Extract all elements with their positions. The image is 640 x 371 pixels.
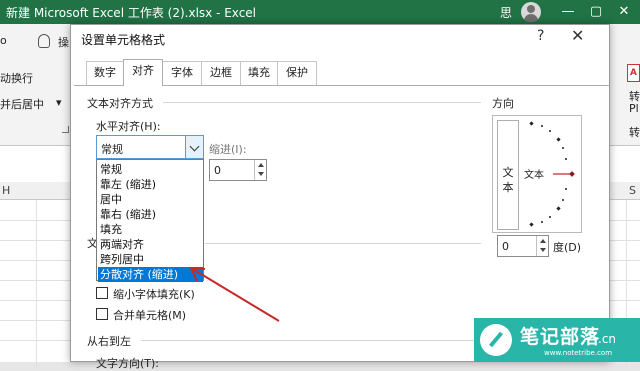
horizontal-alignment-label: 水平对齐(H):	[96, 120, 161, 133]
right-to-left-heading: 从右到左	[87, 335, 131, 348]
title-bar: 新建 Microsoft Excel 工作表 (2).xlsx - Excel …	[0, 0, 640, 24]
dropdown-option-left-indent[interactable]: 靠左 (缩进)	[98, 177, 203, 192]
wrap-text-button[interactable]: 动换行	[0, 70, 33, 86]
horizontal-alignment-value: 常规	[101, 143, 123, 156]
dropdown-option-right-indent[interactable]: 靠右 (缩进)	[98, 207, 203, 222]
dropdown-option-justify[interactable]: 两端对齐	[98, 237, 203, 252]
restore-button[interactable]: ▢	[584, 2, 608, 22]
section-divider	[205, 243, 481, 244]
lightbulb-icon[interactable]	[38, 34, 50, 48]
dial-dot	[541, 125, 543, 127]
dial-marker	[529, 222, 534, 227]
orientation-text-label: 文本	[524, 168, 544, 181]
ribbon-right-clip-bottom[interactable]: 转	[629, 124, 640, 140]
tab-border[interactable]: 边框	[201, 61, 241, 85]
dialog-close-button[interactable]: ✕	[571, 26, 584, 45]
grid-line	[36, 200, 37, 370]
degrees-spinner[interactable]: 0	[497, 235, 549, 257]
dial-marker	[556, 206, 561, 211]
vertical-text-label: 文本	[502, 166, 514, 194]
indent-value: 0	[214, 164, 221, 177]
ribbon-right-clip-mid[interactable]: Pl	[629, 102, 639, 115]
column-header-s[interactable]: S	[629, 184, 636, 197]
tab-fill[interactable]: 填充	[240, 61, 278, 85]
tab-number[interactable]: 数字	[86, 61, 124, 85]
window-title: 新建 Microsoft Excel 工作表 (2).xlsx - Excel	[6, 6, 257, 20]
dropdown-option-fill[interactable]: 填充	[98, 222, 203, 237]
minimize-button[interactable]: —	[556, 2, 580, 22]
watermark-badge: 笔记部落 .cn www.notetribe.com	[474, 318, 640, 362]
pdf-icon[interactable]: A	[627, 64, 640, 82]
tab-font[interactable]: 字体	[162, 61, 202, 85]
orientation-heading: 方向	[492, 97, 514, 110]
dial-dot	[549, 216, 551, 218]
spinner-arrows-icon[interactable]	[536, 236, 548, 256]
user-avatar[interactable]	[521, 2, 541, 22]
window-close-button[interactable]: ✕	[612, 2, 636, 22]
indent-label: 缩进(I):	[209, 143, 247, 156]
text-direction-label-clip: 文字方向(T):	[96, 357, 160, 370]
merge-cells-checkbox[interactable]	[96, 308, 108, 320]
horizontal-alignment-combobox[interactable]: 常规	[96, 135, 204, 159]
tell-me-clip[interactable]: 操	[58, 34, 69, 50]
dialog-launcher-icon[interactable]	[62, 126, 69, 133]
vertical-text-button[interactable]: 文本	[497, 120, 519, 230]
ribbon-tab-clip[interactable]: o	[0, 34, 7, 47]
column-header-h[interactable]: H	[2, 184, 10, 197]
dial-dot	[565, 158, 567, 160]
shrink-to-fit-checkbox[interactable]	[96, 287, 108, 299]
dropdown-option-general[interactable]: 常规	[98, 162, 203, 177]
annotation-arrow-icon	[189, 266, 280, 322]
dial-dot	[562, 199, 564, 201]
tab-alignment[interactable]: 对齐	[123, 59, 163, 86]
merge-center-dropdown-icon[interactable]: ▾	[56, 96, 62, 109]
dial-dot	[541, 221, 543, 223]
watermark-title: 笔记部落	[520, 326, 601, 348]
user-name[interactable]: 思	[500, 4, 512, 21]
dropdown-option-center[interactable]: 居中	[98, 192, 203, 207]
pen-logo-icon	[480, 324, 512, 356]
watermark-url: www.notetribe.com	[544, 349, 613, 357]
section-divider	[163, 102, 481, 103]
dial-dot	[549, 130, 551, 132]
orientation-dial[interactable]: 文本	[521, 118, 581, 230]
help-icon[interactable]: ?	[537, 28, 544, 44]
section-divider	[141, 340, 481, 341]
degrees-value: 0	[502, 240, 509, 253]
spinner-arrows-icon[interactable]	[254, 160, 266, 180]
orientation-handle	[569, 171, 575, 177]
text-alignment-heading: 文本对齐方式	[87, 97, 153, 110]
watermark-domain: .cn	[598, 332, 617, 346]
dial-dot	[562, 147, 564, 149]
format-cells-dialog: 设置单元格格式 ? ✕ 数字 对齐 字体 边框 填充 保护 文本对齐方式 水平对…	[70, 24, 610, 370]
dial-marker	[556, 137, 561, 142]
dial-marker	[529, 121, 534, 126]
tab-protection[interactable]: 保护	[277, 61, 317, 85]
orientation-control[interactable]: 文本 文本	[492, 115, 582, 233]
merge-center-button[interactable]: 并后居中	[0, 96, 44, 112]
dial-dot	[565, 188, 567, 190]
degrees-label: 度(D)	[553, 241, 582, 254]
dialog-title: 设置单元格格式	[81, 33, 166, 47]
chevron-down-icon[interactable]	[185, 136, 203, 158]
indent-spinner[interactable]: 0	[209, 159, 267, 181]
